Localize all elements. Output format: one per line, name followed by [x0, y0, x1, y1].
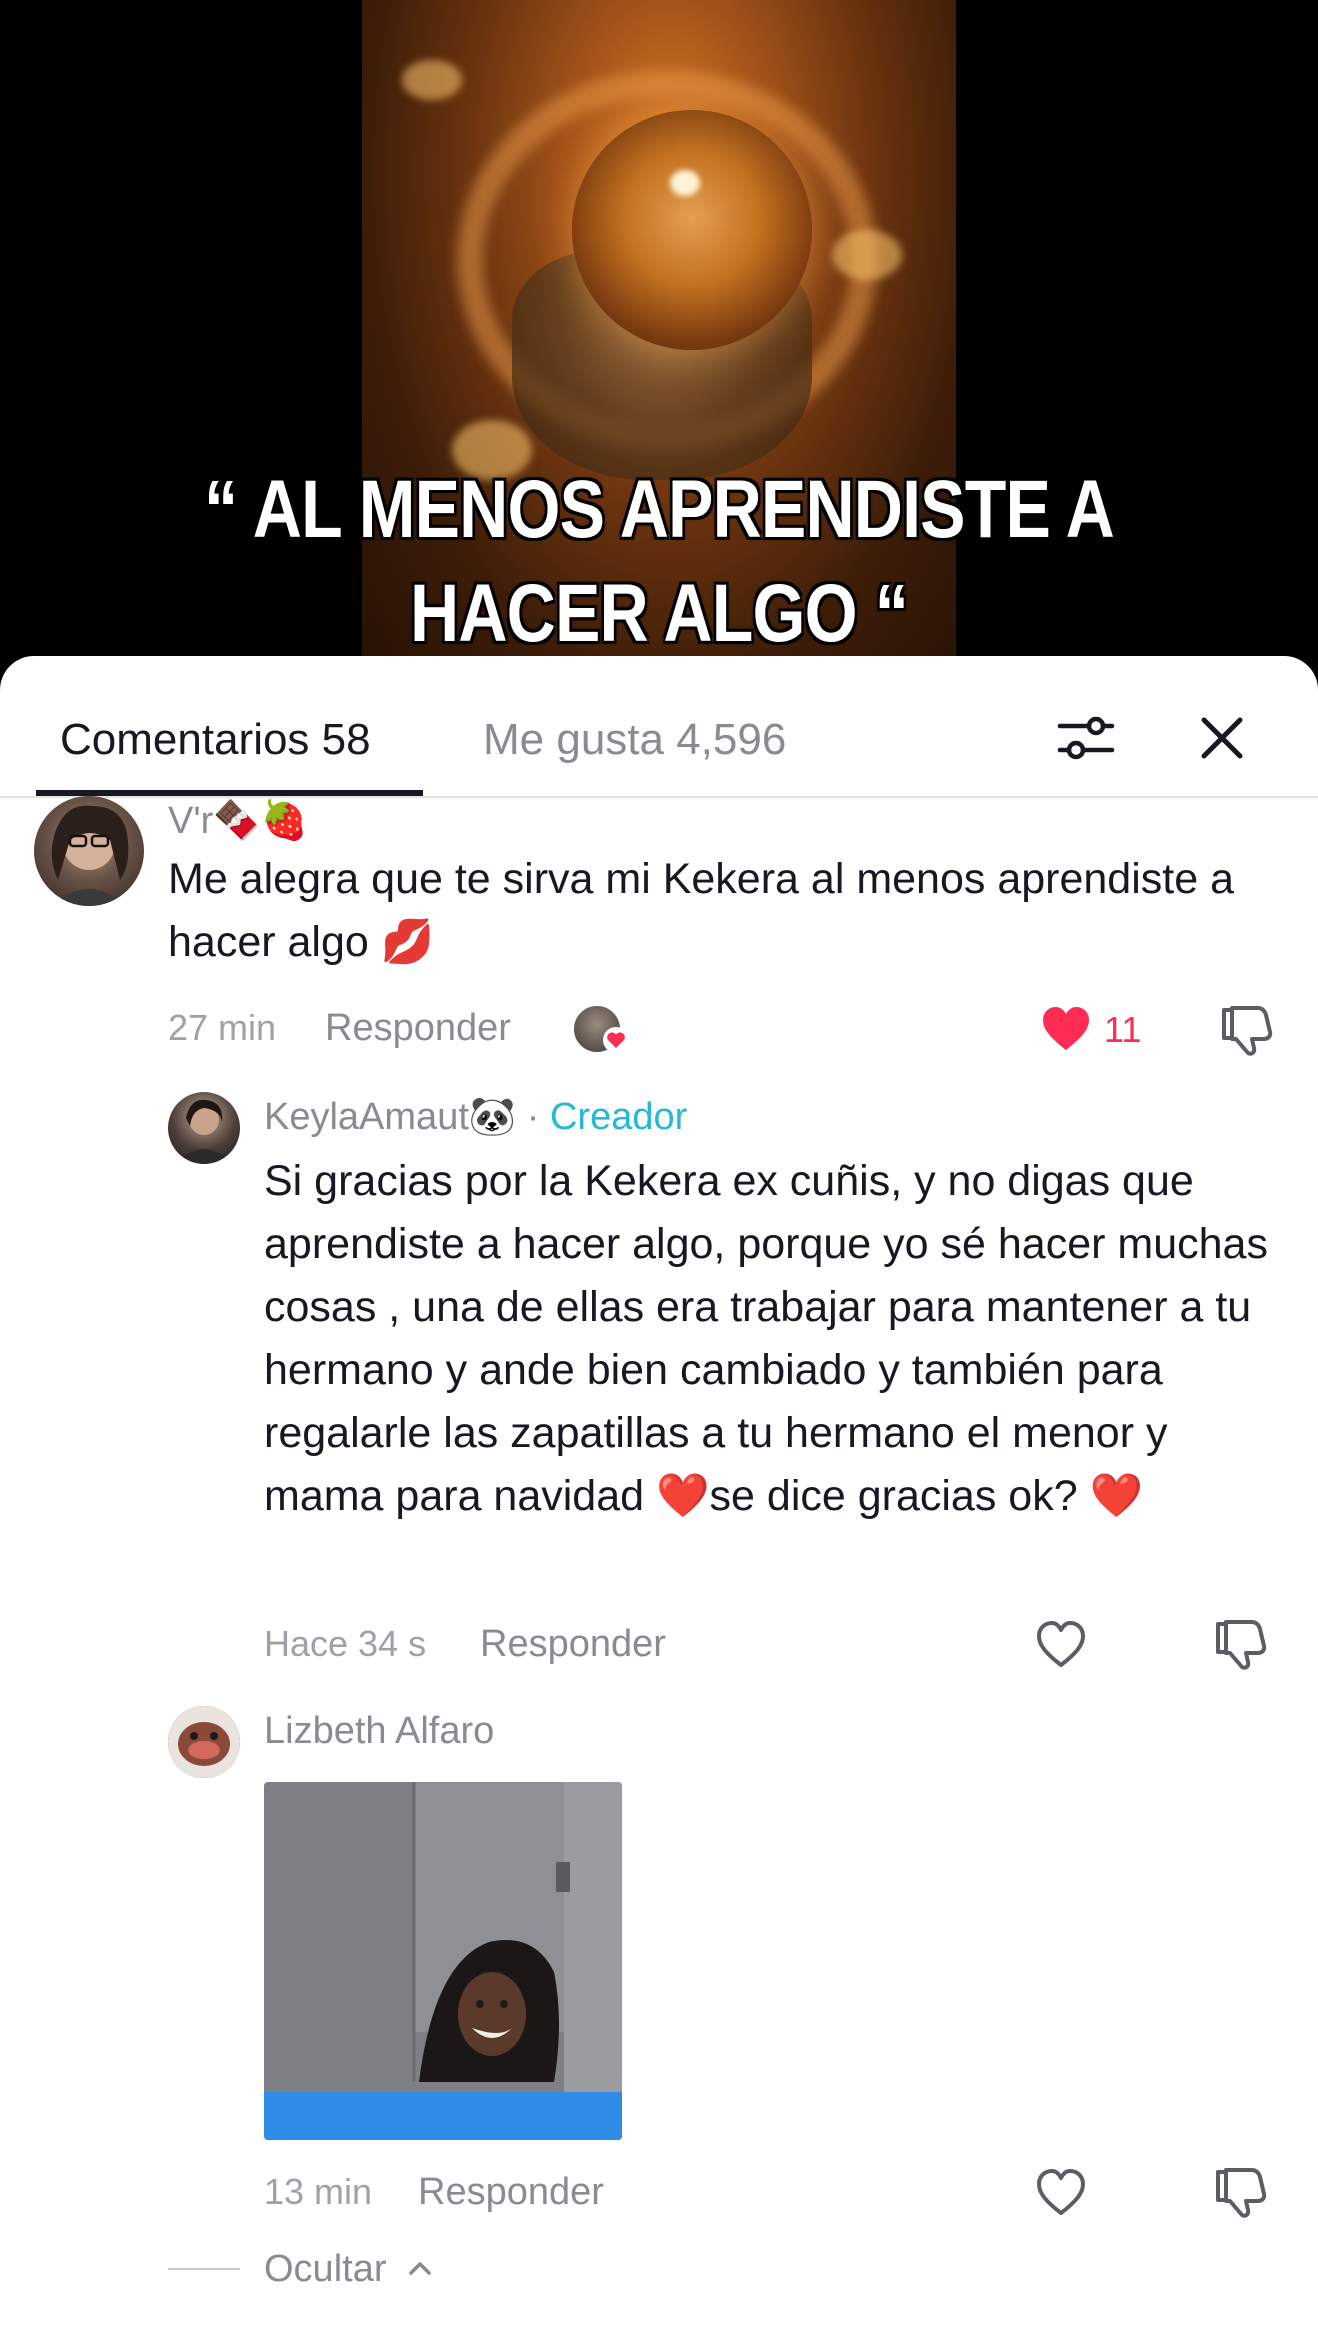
close-icon[interactable]: [1190, 706, 1254, 770]
avatar[interactable]: [34, 796, 144, 906]
reply-button[interactable]: Responder: [325, 1006, 511, 1050]
tab-likes[interactable]: Me gusta 4,596: [483, 706, 786, 774]
creator-heart-icon: [603, 1027, 629, 1053]
avatar[interactable]: [168, 1092, 240, 1164]
caramel-glint: [402, 60, 462, 100]
tab-comments[interactable]: Comentarios 58: [60, 706, 371, 774]
tab-bar: Comentarios 58 Me gusta 4,596: [0, 656, 1318, 798]
active-tab-indicator: [36, 790, 423, 796]
comment-author[interactable]: V'r🍫🍓: [168, 798, 308, 844]
thumbs-down-icon[interactable]: [1218, 1002, 1274, 1058]
video-caption: “ AL MENOS APRENDISTE A HACER ALGO “: [204, 464, 1115, 659]
filter-sliders-icon[interactable]: [1054, 706, 1118, 770]
heart-outline-icon[interactable]: [1034, 1618, 1088, 1672]
comment-text: Si gracias por la Kekera ex cuñis, y no …: [264, 1157, 1268, 1520]
avatar-photo: [51, 805, 129, 906]
caramel-glint: [832, 230, 902, 280]
comment-timestamp: 13 min: [264, 2171, 373, 2212]
creator-badge: Creador: [549, 1096, 688, 1138]
meme-photo: [264, 1782, 622, 2140]
heart-outline-icon[interactable]: [1034, 2166, 1088, 2220]
comment-text: Me alegra que te sirva mi Kekera al meno…: [168, 855, 1234, 966]
light-reflection: [670, 170, 700, 196]
comment-timestamp: Hace 34 s: [264, 1623, 427, 1664]
cup-top: [572, 110, 812, 350]
heart-filled-icon[interactable]: [1040, 1004, 1092, 1056]
comment-timestamp: 27 min: [168, 1007, 277, 1048]
chevron-up-icon[interactable]: [404, 2252, 436, 2284]
hide-replies-button[interactable]: Ocultar: [264, 2246, 386, 2292]
comment-author[interactable]: Lizbeth Alfaro: [264, 1708, 494, 1754]
comment-author[interactable]: KeylaAmaut🐼: [264, 1096, 516, 1138]
video-player[interactable]: “ AL MENOS APRENDISTE A HACER ALGO “: [0, 0, 1318, 690]
reply-button[interactable]: Responder: [480, 1622, 666, 1666]
avatar[interactable]: [168, 1706, 240, 1778]
thumbs-down-icon[interactable]: [1212, 2164, 1268, 2220]
like-count: 11: [1104, 1009, 1142, 1050]
reply-button[interactable]: Responder: [418, 2170, 604, 2214]
thumbs-down-icon[interactable]: [1212, 1616, 1268, 1672]
avatar-photo: [176, 1099, 232, 1164]
comment-image[interactable]: [264, 1782, 622, 2140]
name-separator: ·: [516, 1096, 550, 1138]
avatar-photo: [168, 1706, 240, 1778]
comment-author-line: KeylaAmaut🐼 · Creador: [264, 1094, 687, 1140]
replies-divider: [168, 2268, 240, 2270]
